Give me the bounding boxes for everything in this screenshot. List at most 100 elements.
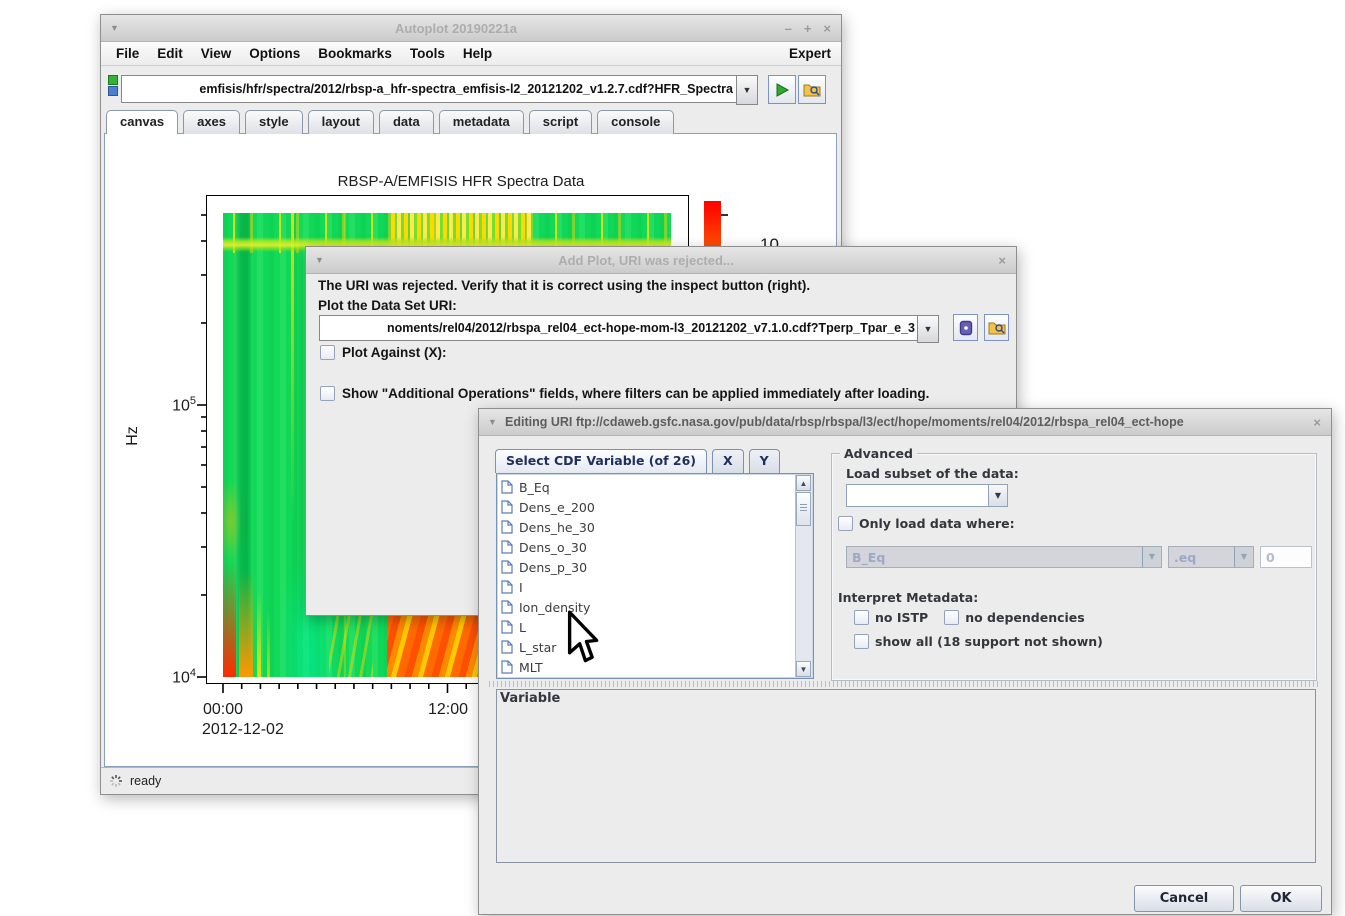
divider: [489, 681, 1321, 687]
menubar: File Edit View Options Bookmarks Tools H…: [101, 42, 841, 66]
plot-against-label: Plot Against (X):: [342, 345, 447, 360]
expert-label[interactable]: Expert: [789, 46, 841, 61]
editing-uri-dialog: ▼ Editing URI ftp://cdaweb.gsfc.nasa.gov…: [478, 408, 1332, 915]
variable-detail-panel: Variable: [496, 689, 1316, 863]
file-icon: [501, 560, 513, 574]
chevron-down-icon: ▼: [743, 85, 752, 95]
no-istp-checkbox[interactable]: [854, 610, 869, 625]
tab-metadata[interactable]: metadata: [439, 110, 524, 134]
menu-edit[interactable]: Edit: [148, 46, 192, 61]
variable-panel-label: Variable: [500, 691, 560, 706]
uri-input[interactable]: emfisis/hfr/spectra/2012/rbsp-a_hfr-spec…: [121, 75, 737, 103]
uri-dropdown-button[interactable]: ▼: [736, 75, 758, 105]
menu-bookmarks[interactable]: Bookmarks: [309, 46, 401, 61]
tab-style[interactable]: style: [245, 110, 303, 134]
tab-layout[interactable]: layout: [308, 110, 374, 134]
file-icon: [501, 640, 513, 654]
scroll-down-icon[interactable]: ▼: [796, 661, 811, 677]
ok-button[interactable]: OK: [1240, 885, 1322, 912]
datasource-icon: [108, 75, 117, 96]
minimize-icon[interactable]: –: [785, 21, 792, 36]
inspect-uri-button[interactable]: [798, 75, 826, 104]
editing-uri-title: Editing URI ftp://cdaweb.gsfc.nasa.gov/p…: [505, 415, 1297, 429]
list-item: MLT: [497, 657, 813, 677]
list-item: Ion_density: [497, 597, 813, 617]
list-item: Dens_he_30: [497, 517, 813, 537]
file-icon: [501, 620, 513, 634]
list-scrollbar[interactable]: ▲ ▼: [795, 475, 812, 677]
subset-combobox[interactable]: ▼: [846, 484, 1008, 507]
list-item: L_star: [497, 637, 813, 657]
dataset-uri-label: Plot the Data Set URI:: [318, 298, 457, 313]
list-item: Dens_p_30: [497, 557, 813, 577]
editing-uri-titlebar[interactable]: ▼ Editing URI ftp://cdaweb.gsfc.nasa.gov…: [479, 409, 1331, 436]
dataset-uri-dropdown-button[interactable]: ▼: [917, 315, 939, 343]
tab-select-cdf-variable[interactable]: Select CDF Variable (of 26): [495, 449, 707, 473]
tab-axes[interactable]: axes: [183, 110, 240, 134]
dataset-uri-input[interactable]: noments/rel04/2012/rbspa_rel04_ect-hope-…: [319, 315, 919, 341]
main-titlebar[interactable]: ▼ Autoplot 20190221a – + ×: [101, 15, 841, 42]
list-item: I: [497, 577, 813, 597]
window-menu-icon[interactable]: ▼: [488, 417, 497, 427]
menu-help[interactable]: Help: [454, 46, 501, 61]
bookmark-icon: [959, 320, 973, 336]
folder-magnifier-icon: [988, 320, 1006, 335]
close-icon[interactable]: ×: [998, 253, 1006, 268]
chevron-down-icon: ▼: [1234, 547, 1253, 567]
main-window-title: Autoplot 20190221a: [131, 21, 781, 36]
close-icon[interactable]: ×: [1313, 415, 1321, 430]
cdf-variable-list[interactable]: B_Eq Dens_e_200 Dens_he_30 Dens_o_30 Den…: [496, 473, 814, 679]
where-op-combobox: .eq ▼: [1168, 546, 1254, 568]
file-icon: [501, 500, 513, 514]
menu-view[interactable]: View: [192, 46, 241, 61]
chevron-down-icon: ▼: [924, 324, 933, 334]
uri-toolbar: emfisis/hfr/spectra/2012/rbsp-a_hfr-spec…: [101, 66, 841, 112]
screen: ▼ Autoplot 20190221a – + × File Edit Vie…: [0, 0, 1345, 916]
uri-history-button[interactable]: [953, 314, 978, 341]
inspect-uri-button[interactable]: [984, 314, 1009, 341]
close-icon[interactable]: ×: [823, 21, 831, 36]
add-plot-title: Add Plot, URI was rejected...: [336, 253, 956, 268]
busy-spinner-icon: [109, 774, 123, 788]
file-icon: [501, 540, 513, 554]
folder-magnifier-icon: [803, 82, 821, 97]
play-icon: [774, 82, 790, 98]
only-load-label: Only load data where:: [859, 516, 1015, 531]
window-menu-icon[interactable]: ▼: [110, 23, 119, 33]
file-icon: [501, 580, 513, 594]
chevron-down-icon[interactable]: ▼: [988, 485, 1007, 506]
tab-data[interactable]: data: [379, 110, 434, 134]
plot-go-button[interactable]: [768, 75, 796, 104]
menu-options[interactable]: Options: [240, 46, 309, 61]
where-value-field: 0: [1260, 546, 1312, 568]
window-menu-icon[interactable]: ▼: [315, 255, 324, 265]
show-all-checkbox[interactable]: [854, 634, 869, 649]
tab-x[interactable]: X: [712, 449, 744, 473]
tab-y[interactable]: Y: [749, 449, 780, 473]
scrollbar-thumb[interactable]: [796, 492, 811, 526]
file-icon: [501, 520, 513, 534]
tab-console[interactable]: console: [597, 110, 674, 134]
file-icon: [501, 480, 513, 494]
menu-file[interactable]: File: [107, 46, 148, 61]
no-dependencies-label: no dependencies: [965, 610, 1085, 625]
main-tabbar: canvas axes style layout data metadata s…: [106, 110, 674, 134]
no-dependencies-checkbox[interactable]: [944, 610, 959, 625]
cancel-button[interactable]: Cancel: [1134, 885, 1234, 912]
show-operations-label: Show "Additional Operations" fields, whe…: [342, 386, 929, 401]
list-item: Dens_e_200: [497, 497, 813, 517]
cdf-variable-tabbar: Select CDF Variable (of 26) X Y: [495, 449, 780, 473]
add-plot-titlebar[interactable]: ▼ Add Plot, URI was rejected... ×: [306, 247, 1016, 274]
chevron-down-icon: ▼: [1142, 547, 1161, 567]
list-item: L: [497, 617, 813, 637]
menu-tools[interactable]: Tools: [401, 46, 454, 61]
tab-canvas[interactable]: canvas: [106, 110, 178, 134]
show-operations-checkbox[interactable]: [320, 386, 335, 401]
tab-script[interactable]: script: [529, 110, 592, 134]
plot-against-checkbox[interactable]: [320, 345, 335, 360]
only-load-checkbox[interactable]: [838, 516, 853, 531]
list-item: B_Eq: [497, 477, 813, 497]
mouse-cursor-icon: [563, 610, 601, 664]
scroll-up-icon[interactable]: ▲: [796, 475, 811, 491]
maximize-icon[interactable]: +: [804, 21, 812, 36]
